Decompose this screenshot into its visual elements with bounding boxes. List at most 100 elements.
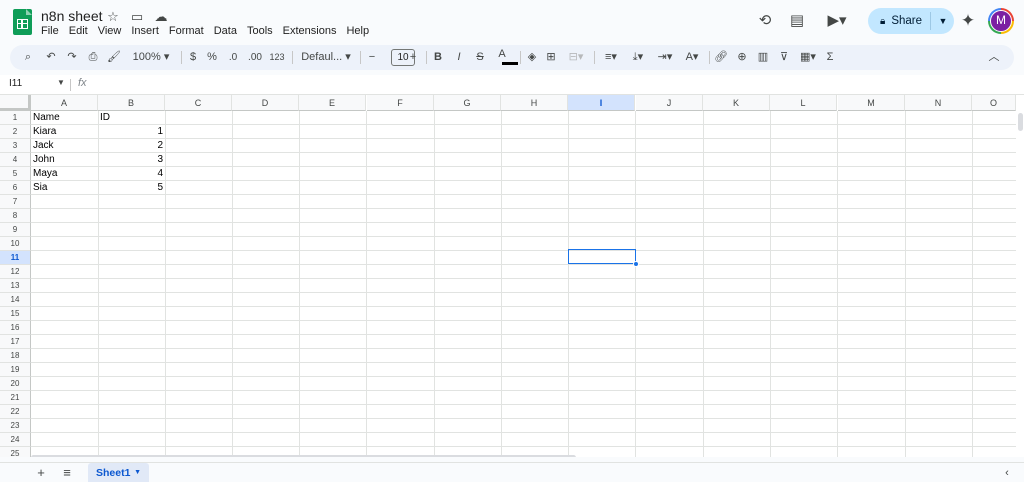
vertical-align-icon[interactable]: ⤓▾ [626,45,650,70]
menu-format[interactable]: Format [169,25,204,38]
redo-icon[interactable]: ↷ [64,45,80,70]
functions-button[interactable]: Σ [822,45,838,70]
menu-extensions[interactable]: Extensions [283,25,337,38]
column-header-K[interactable]: K [703,95,770,111]
row-header-8[interactable]: 8 [0,209,31,223]
filter-icon[interactable]: ⊽ [776,45,792,70]
menu-help[interactable]: Help [346,25,369,38]
more-formats-button[interactable]: 123 [268,45,286,70]
strikethrough-button[interactable]: S [473,45,487,70]
column-header-J[interactable]: J [636,95,703,111]
row-header-15[interactable]: 15 [0,307,31,321]
search-icon[interactable]: ⌕ [20,45,36,70]
borders-icon[interactable]: ⊞ [543,45,559,70]
row-header-23[interactable]: 23 [0,419,31,433]
horizontal-scroll-thumb[interactable] [31,455,576,457]
cell-A2[interactable]: Kiara [31,125,98,139]
version-history-icon[interactable]: ⟲ [755,11,775,31]
column-header-N[interactable]: N [905,95,972,111]
undo-icon[interactable]: ↶ [43,45,59,70]
sheets-logo-icon[interactable] [13,9,32,35]
gemini-sparkle-icon[interactable]: ✦ [958,11,978,31]
cell-A4[interactable]: John [31,153,98,167]
row-header-24[interactable]: 24 [0,433,31,447]
row-header-7[interactable]: 7 [0,195,31,209]
text-wrapping-icon[interactable]: ⇥▾ [653,45,677,70]
row-header-22[interactable]: 22 [0,405,31,419]
row-header-13[interactable]: 13 [0,279,31,293]
paint-format-icon[interactable]: 🖌︎ [106,45,122,70]
row-header-11[interactable]: 11 [0,251,31,265]
row-header-2[interactable]: 2 [0,125,31,139]
cell-B5[interactable]: 4 [98,167,165,181]
collapse-menus-chevron-up-icon[interactable]: ︿ [986,45,1002,70]
percent-format-button[interactable]: % [204,45,220,70]
column-header-F[interactable]: F [367,95,434,111]
menu-view[interactable]: View [98,25,122,38]
insert-comment-icon[interactable]: ⊕ [734,45,750,70]
explore-chevron-left-icon[interactable]: ‹ [1000,463,1014,482]
currency-format-button[interactable]: $ [186,45,200,70]
cell-B6[interactable]: 5 [98,181,165,195]
cell-grid[interactable]: A B C D E F G H I J K L M N O 1 2 3 4 5 6 7 8 9 10 11 12 13 14 15 16 17… [0,95,1024,457]
column-header-D[interactable]: D [232,95,299,111]
row-header-21[interactable]: 21 [0,391,31,405]
row-header-20[interactable]: 20 [0,377,31,391]
name-box[interactable]: I11 [9,78,22,89]
filter-views-icon[interactable]: ▦▾ [796,45,820,70]
share-button[interactable]: 🔒︎ Share [868,8,930,34]
increase-font-size-icon[interactable]: + [406,45,420,70]
row-header-17[interactable]: 17 [0,335,31,349]
text-rotation-icon[interactable]: A▾ [680,45,704,70]
row-header-25[interactable]: 25 [0,447,31,457]
avatar[interactable]: M [988,8,1014,34]
cell-B1[interactable]: ID [98,111,165,125]
selected-cell-I11[interactable] [568,249,636,264]
insert-chart-icon[interactable]: ▥ [755,45,771,70]
sheet-tab-chevron-down-icon[interactable]: ▼ [134,463,141,482]
star-icon[interactable]: ☆ [105,9,121,25]
menu-edit[interactable]: Edit [69,25,88,38]
decrease-decimal-button[interactable]: .0 [224,45,242,70]
increase-decimal-button[interactable]: .00 [244,45,266,70]
cell-B3[interactable]: 2 [98,139,165,153]
menu-data[interactable]: Data [214,25,237,38]
print-icon[interactable]: ⎙ [85,45,101,70]
vertical-scroll-thumb[interactable] [1018,113,1023,131]
row-header-9[interactable]: 9 [0,223,31,237]
column-header-M[interactable]: M [838,95,905,111]
row-header-3[interactable]: 3 [0,139,31,153]
merge-cells-icon[interactable]: ⊟▾ [563,45,589,70]
zoom-select[interactable]: 100% ▾ [128,45,174,70]
fill-color-icon[interactable]: ◈ [524,45,540,70]
menu-tools[interactable]: Tools [247,25,273,38]
column-header-O[interactable]: O [972,95,1016,111]
row-header-5[interactable]: 5 [0,167,31,181]
row-header-10[interactable]: 10 [0,237,31,251]
row-header-19[interactable]: 19 [0,363,31,377]
fill-handle[interactable] [633,261,639,267]
row-header-1[interactable]: 1 [0,111,31,125]
cell-A3[interactable]: Jack [31,139,98,153]
row-header-14[interactable]: 14 [0,293,31,307]
bold-button[interactable]: B [431,45,445,70]
meet-icon[interactable]: ▶▾ [822,11,852,31]
column-header-H[interactable]: H [501,95,568,111]
column-header-G[interactable]: G [434,95,501,111]
cell-B2[interactable]: 1 [98,125,165,139]
horizontal-align-icon[interactable]: ≡▾ [599,45,623,70]
row-header-12[interactable]: 12 [0,265,31,279]
menu-file[interactable]: File [41,25,59,38]
name-box-chevron-down-icon[interactable]: ▼ [57,78,65,87]
font-family-select[interactable]: Defaul... ▾ [298,45,354,70]
italic-button[interactable]: I [452,45,466,70]
share-options-chevron-down-icon[interactable]: ▼ [934,8,952,34]
document-title[interactable]: n8n sheet [41,8,103,24]
select-all-corner[interactable] [0,95,31,111]
cell-A6[interactable]: Sia [31,181,98,195]
cell-B4[interactable]: 3 [98,153,165,167]
decrease-font-size-icon[interactable]: − [365,45,379,70]
column-header-L[interactable]: L [770,95,837,111]
row-header-16[interactable]: 16 [0,321,31,335]
insert-link-icon[interactable]: 🔗︎ [713,45,729,70]
